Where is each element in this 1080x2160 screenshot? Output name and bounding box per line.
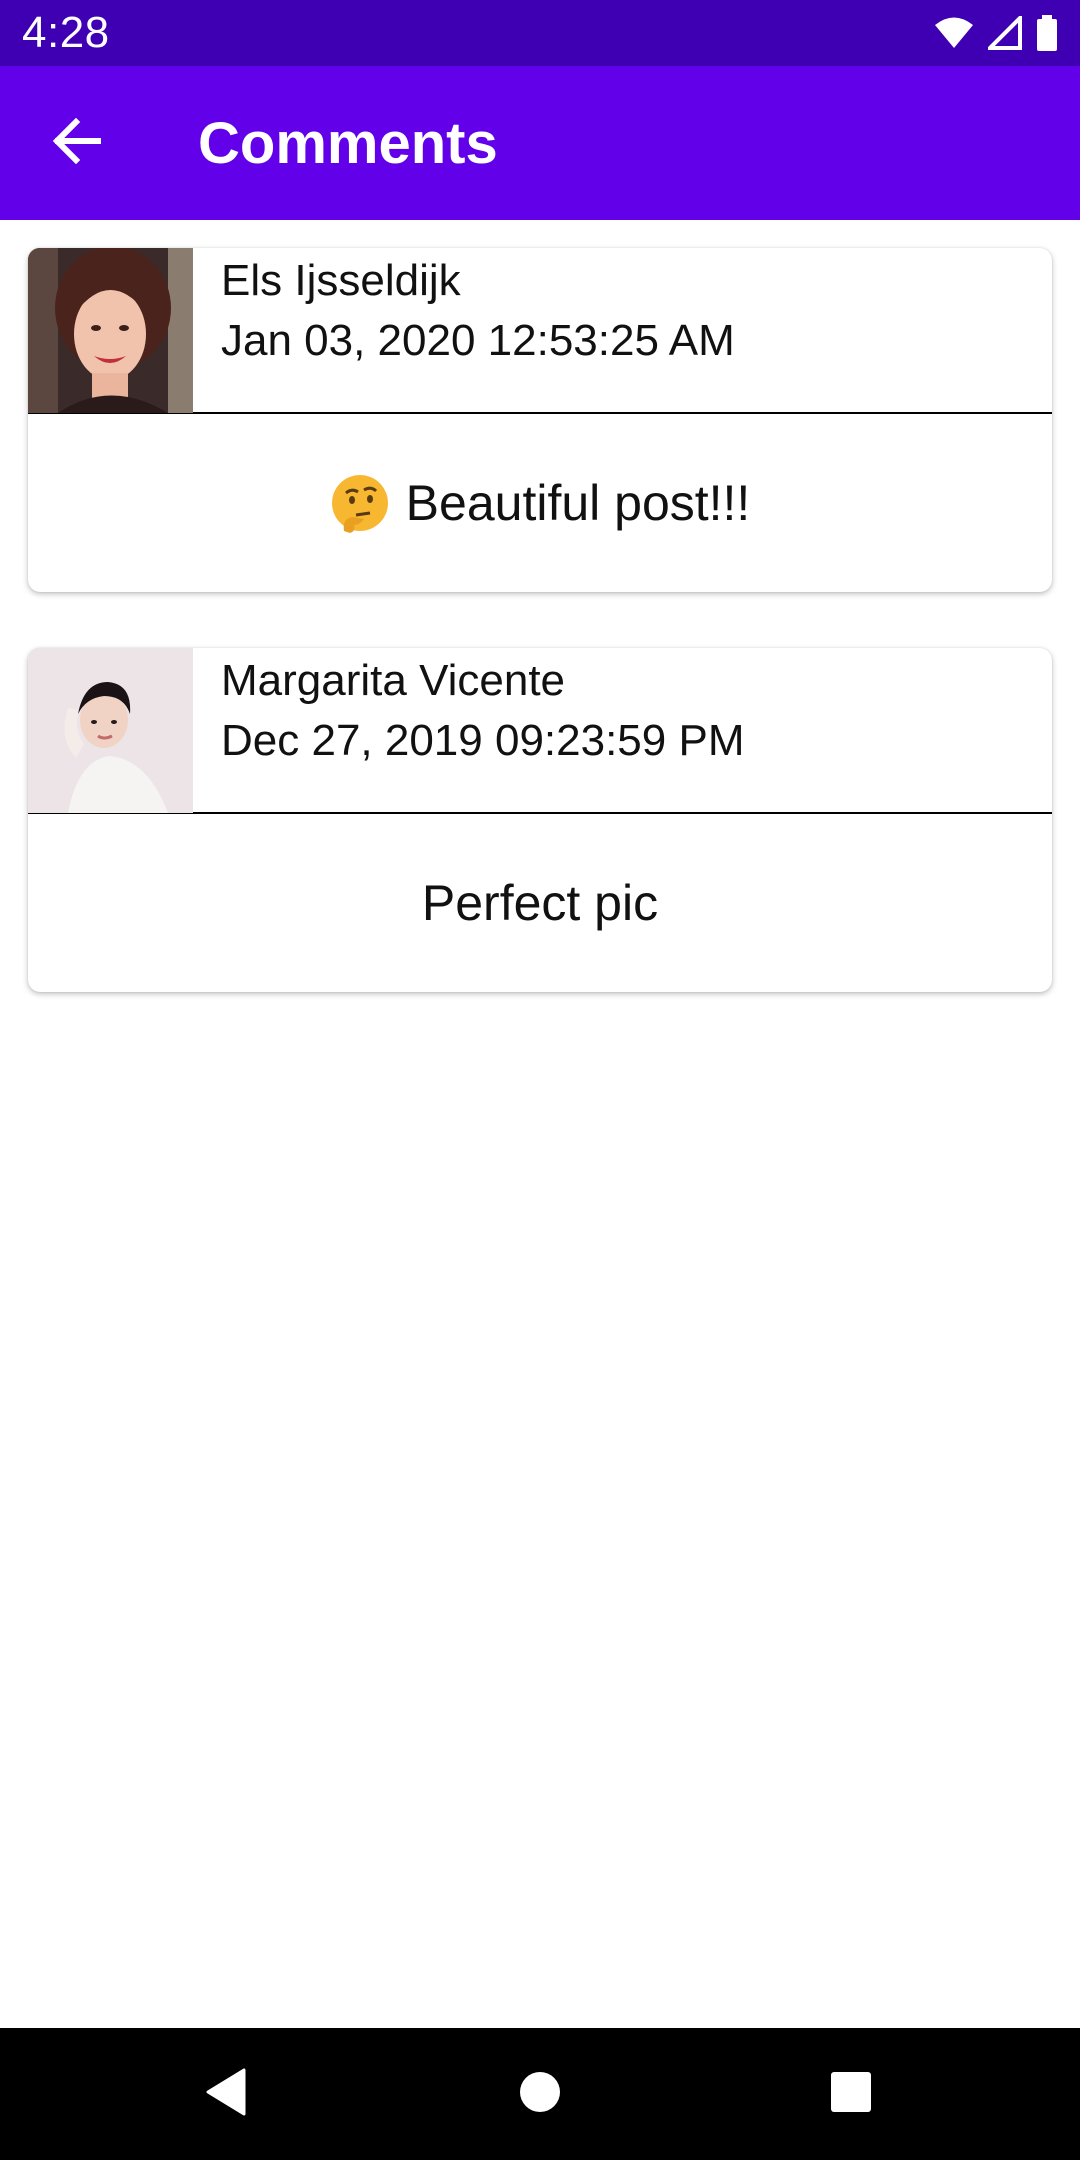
back-button[interactable] xyxy=(0,66,154,220)
home-circle-icon xyxy=(518,2070,562,2119)
page-title: Comments xyxy=(198,110,498,176)
cellular-signal-icon xyxy=(988,16,1022,50)
comment-card[interactable]: Els Ijsseldijk Jan 03, 2020 12:53:25 AM xyxy=(28,248,1052,592)
comment-timestamp: Dec 27, 2019 09:23:59 PM xyxy=(221,716,745,765)
status-bar: 4:28 xyxy=(0,0,1080,66)
comment-card[interactable]: Margarita Vicente Dec 27, 2019 09:23:59 … xyxy=(28,648,1052,992)
comment-body: Beautiful post!!! xyxy=(28,414,1052,592)
nav-home-button[interactable] xyxy=(474,2028,606,2160)
battery-icon xyxy=(1036,15,1058,51)
comment-header: Margarita Vicente Dec 27, 2019 09:23:59 … xyxy=(28,648,1052,814)
nav-back-button[interactable] xyxy=(160,2028,292,2160)
system-navigation-bar xyxy=(0,2028,1080,2160)
wifi-icon xyxy=(934,16,974,50)
recents-square-icon xyxy=(829,2070,873,2119)
avatar[interactable] xyxy=(28,248,193,413)
arrow-back-icon xyxy=(52,117,102,169)
comment-timestamp: Jan 03, 2020 12:53:25 AM xyxy=(221,316,735,365)
avatar[interactable] xyxy=(28,648,193,813)
back-triangle-icon xyxy=(204,2067,248,2122)
comments-screen: 4:28 Comments Els Ijsseldijk Jan 03, 202… xyxy=(0,0,1080,2160)
comment-body: Perfect pic xyxy=(28,814,1052,992)
app-bar: Comments xyxy=(0,66,1080,220)
comment-text: Beautiful post!!! xyxy=(405,475,751,531)
comment-author: Margarita Vicente xyxy=(221,656,566,705)
comment-text: Perfect pic xyxy=(421,875,659,931)
comment-header: Els Ijsseldijk Jan 03, 2020 12:53:25 AM xyxy=(28,248,1052,414)
status-time: 4:28 xyxy=(22,8,110,57)
thinking-face-emoji-icon xyxy=(330,473,390,533)
comment-author: Els Ijsseldijk xyxy=(221,256,461,305)
status-icons xyxy=(934,15,1058,51)
nav-recents-button[interactable] xyxy=(785,2028,917,2160)
